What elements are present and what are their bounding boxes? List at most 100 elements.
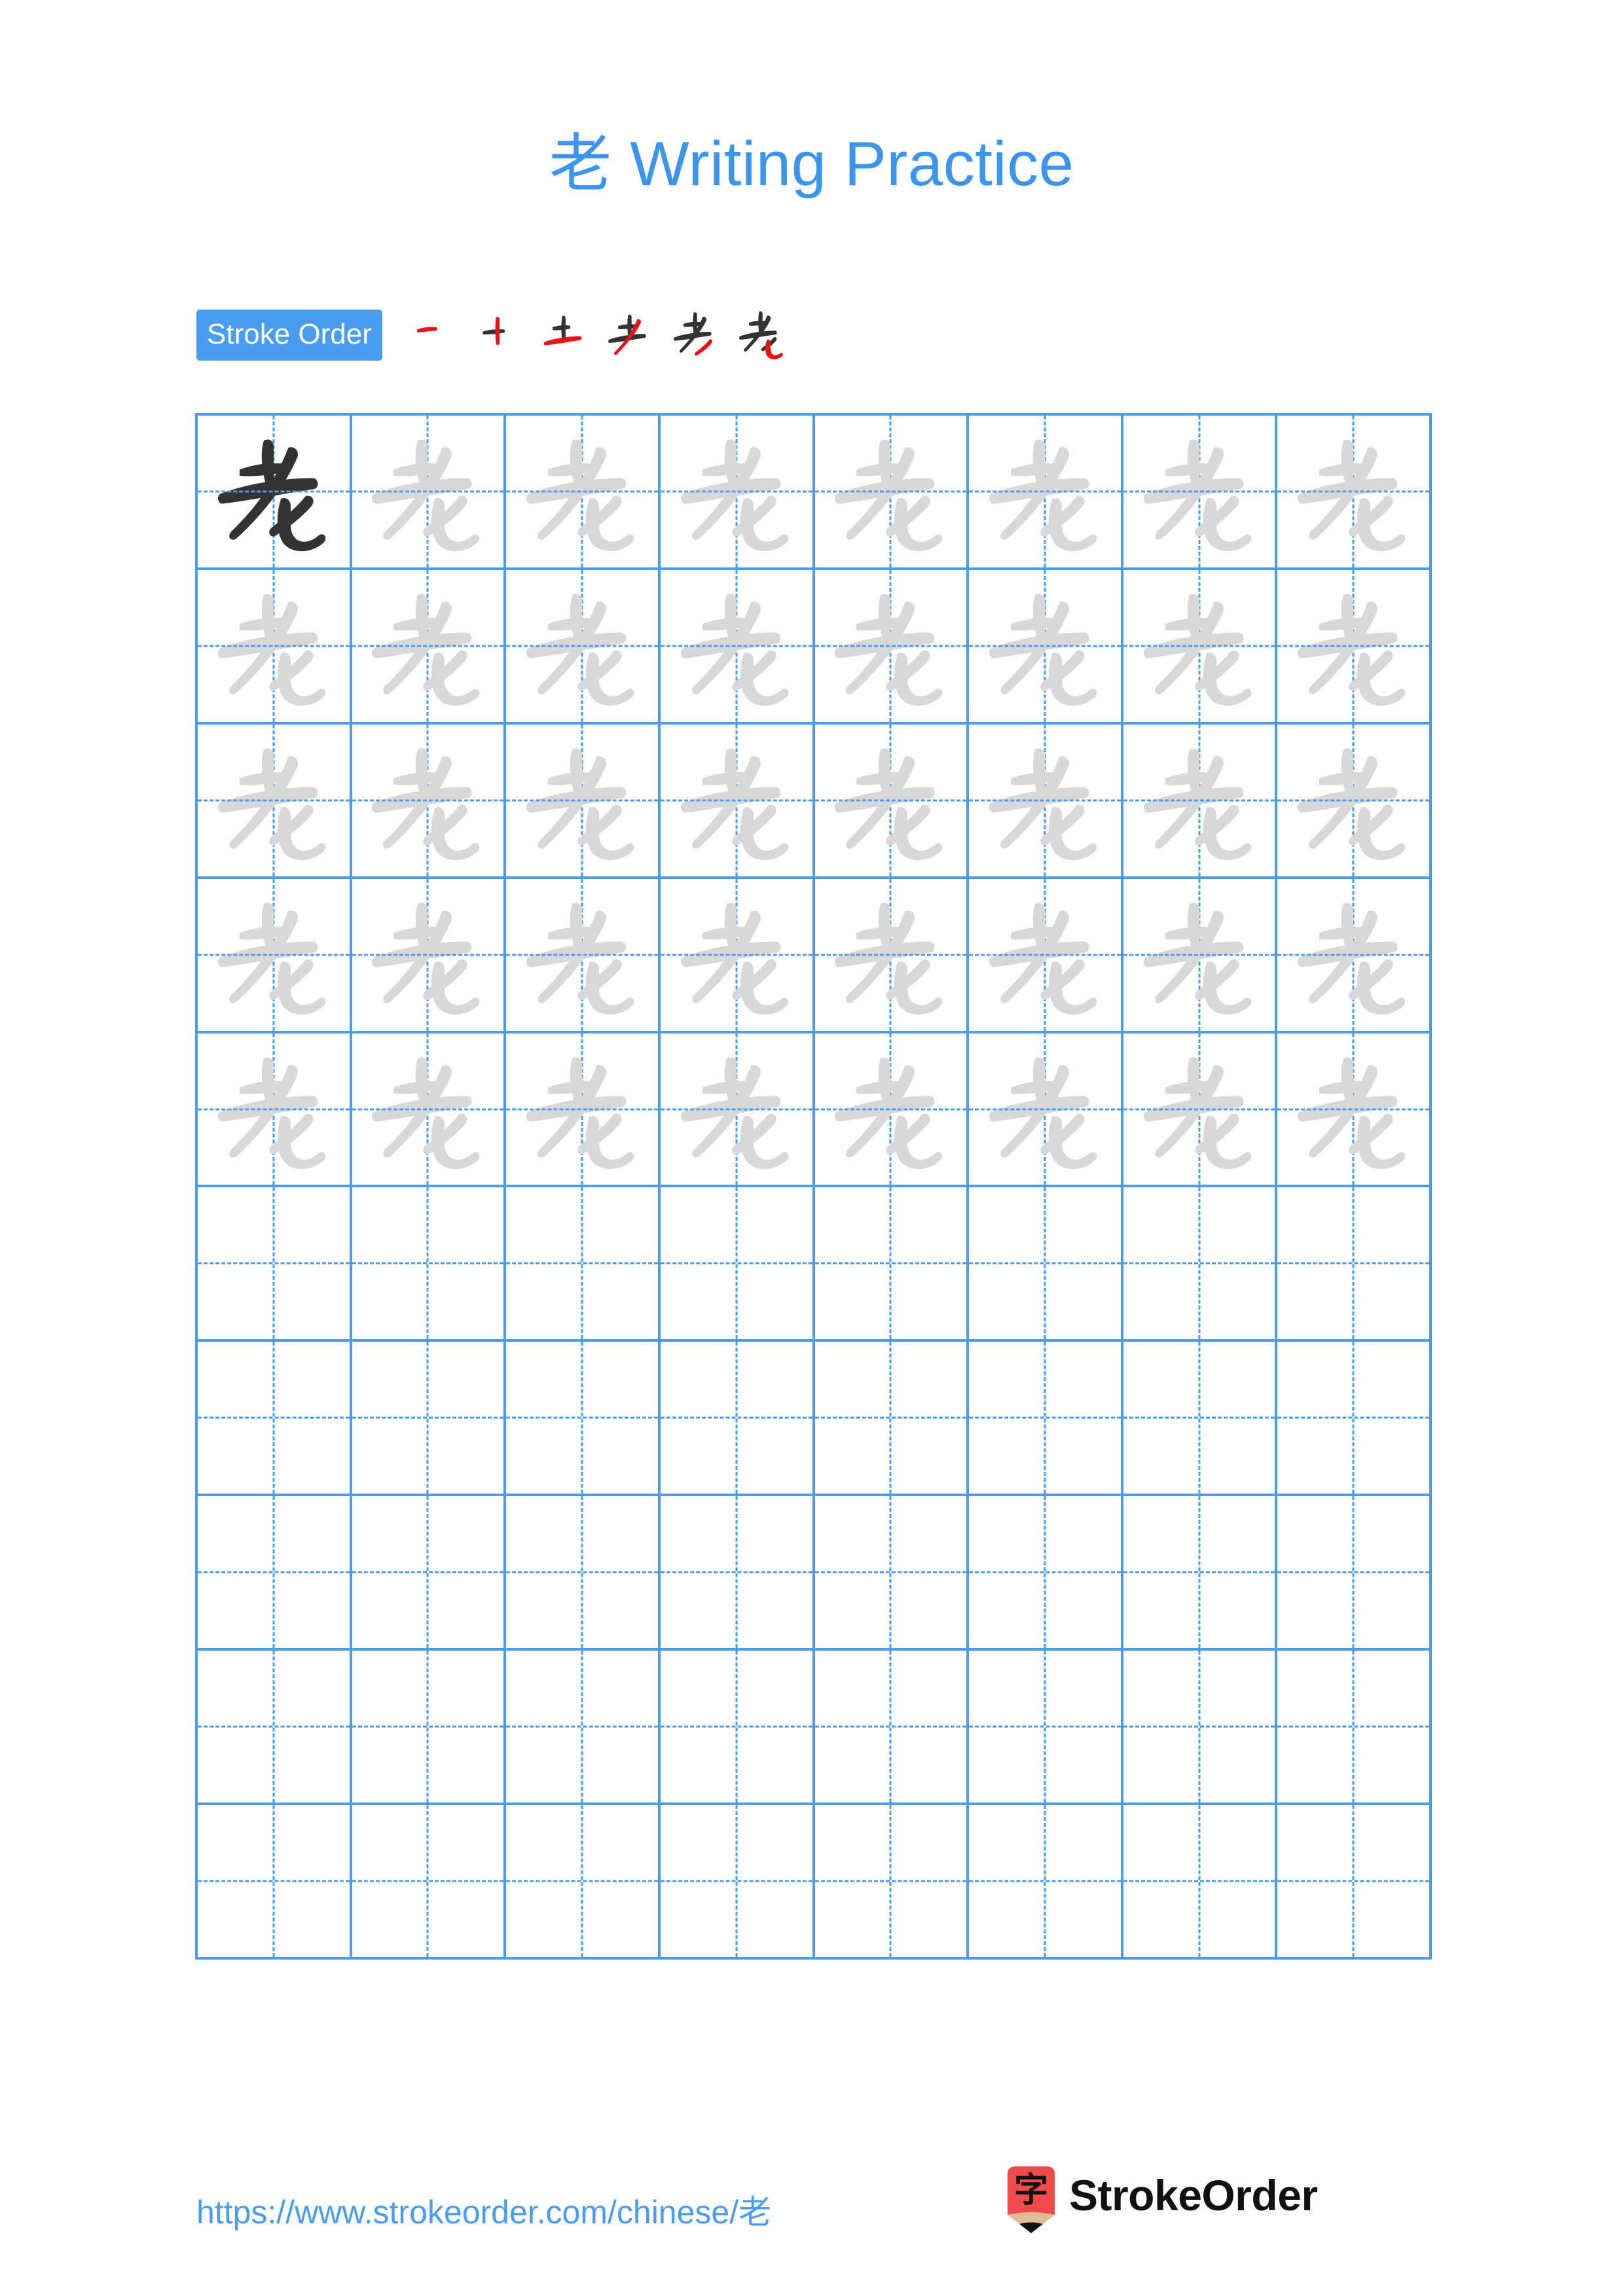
practice-cell[interactable] [660,1342,815,1497]
practice-cell[interactable] [352,1033,507,1188]
practice-cell[interactable] [506,416,661,570]
practice-cell[interactable] [660,1496,815,1651]
practice-cell[interactable] [352,1805,507,1960]
trace-character [198,570,350,722]
practice-cell[interactable] [1277,1342,1432,1497]
practice-cell[interactable] [969,724,1123,879]
practice-cell[interactable] [814,1496,970,1651]
practice-cell[interactable] [660,1651,815,1806]
practice-cell[interactable] [814,1187,970,1342]
practice-cell[interactable] [1277,569,1432,725]
practice-cell[interactable] [198,724,352,879]
practice-cell[interactable] [969,1342,1123,1497]
practice-cell[interactable] [198,569,352,725]
practice-cell[interactable] [660,878,815,1033]
practice-cell[interactable] [506,1033,661,1188]
practice-cell[interactable] [1277,1651,1432,1806]
practice-cell[interactable] [1123,1805,1278,1960]
practice-cell[interactable] [506,1651,661,1806]
practice-cell[interactable] [1123,416,1278,570]
trace-character [969,879,1121,1031]
practice-cell[interactable] [1123,1496,1278,1651]
practice-cell[interactable] [660,416,815,570]
practice-cell[interactable] [1123,724,1278,879]
practice-cell[interactable] [814,1342,970,1497]
practice-cell[interactable] [198,1187,352,1342]
practice-cell[interactable] [969,1805,1123,1960]
practice-cell[interactable] [969,416,1123,570]
practice-cell[interactable] [1277,416,1432,570]
stroke-order-badge: Stroke Order [196,310,382,361]
practice-cell[interactable] [198,1805,352,1960]
practice-cell[interactable] [352,1496,507,1651]
practice-cell[interactable] [198,1651,352,1806]
practice-cell[interactable] [969,569,1123,725]
practice-cell[interactable] [352,569,507,725]
practice-cell[interactable] [969,1033,1123,1188]
practice-cell[interactable] [352,1187,507,1342]
page-title: 老 Writing Practice [549,129,1074,199]
practice-cell[interactable] [814,878,970,1033]
practice-cell[interactable] [198,1496,352,1651]
stroke-step-2 [471,307,528,363]
trace-character [352,725,504,876]
practice-cell[interactable] [660,1033,815,1188]
practice-cell[interactable] [969,1496,1123,1651]
practice-cell[interactable] [506,1496,661,1651]
practice-cell[interactable] [1277,1187,1432,1342]
trace-character [661,570,812,722]
practice-cell[interactable] [1123,1187,1278,1342]
practice-cell[interactable] [506,878,661,1033]
practice-cell[interactable] [198,878,352,1033]
practice-cell[interactable] [352,1342,507,1497]
stroke-step-5 [668,307,724,363]
practice-cell[interactable] [660,724,815,879]
trace-character [506,879,658,1031]
practice-cell[interactable] [814,1805,970,1960]
practice-cell[interactable] [198,1342,352,1497]
practice-cell[interactable] [506,569,661,725]
practice-cell[interactable] [1277,724,1432,879]
practice-cell[interactable] [1123,1342,1278,1497]
practice-cell[interactable] [969,878,1123,1033]
practice-cell[interactable] [352,724,507,879]
stroke-order-section: Stroke Order [196,305,790,365]
trace-character [815,879,967,1031]
footer-url-link[interactable]: https://www.strokeorder.com/chinese/老 [196,2186,771,2233]
practice-cell[interactable] [1123,1033,1278,1188]
practice-cell[interactable] [352,878,507,1033]
trace-character [198,1033,350,1185]
practice-cell[interactable] [506,1342,661,1497]
practice-cell[interactable] [198,1033,352,1188]
trace-character [661,879,812,1031]
trace-character [661,725,812,876]
practice-cell[interactable] [660,1187,815,1342]
practice-cell[interactable] [352,1651,507,1806]
practice-cell[interactable] [814,416,970,570]
practice-cell[interactable] [969,1651,1123,1806]
practice-cell[interactable] [506,1805,661,1960]
practice-grid [195,413,1432,1960]
practice-cell[interactable] [352,416,507,570]
practice-cell[interactable] [1123,878,1278,1033]
practice-cell[interactable] [506,724,661,879]
trace-character [1123,570,1275,722]
practice-cell[interactable] [814,1651,970,1806]
trace-character [198,725,350,876]
practice-cell[interactable] [814,724,970,879]
practice-cell[interactable] [1123,569,1278,725]
footer-brand-logo[interactable]: 字 StrokeOrder [1005,2165,1318,2234]
practice-cell[interactable] [1277,1033,1432,1188]
trace-character [352,416,504,567]
practice-cell[interactable] [1277,1805,1432,1960]
practice-cell[interactable] [1277,878,1432,1033]
practice-cell[interactable] [1123,1651,1278,1806]
practice-cell[interactable] [198,416,352,570]
practice-cell[interactable] [814,569,970,725]
practice-cell[interactable] [660,569,815,725]
practice-cell[interactable] [506,1187,661,1342]
practice-cell[interactable] [660,1805,815,1960]
practice-cell[interactable] [1277,1496,1432,1651]
practice-cell[interactable] [969,1187,1123,1342]
practice-cell[interactable] [814,1033,970,1188]
